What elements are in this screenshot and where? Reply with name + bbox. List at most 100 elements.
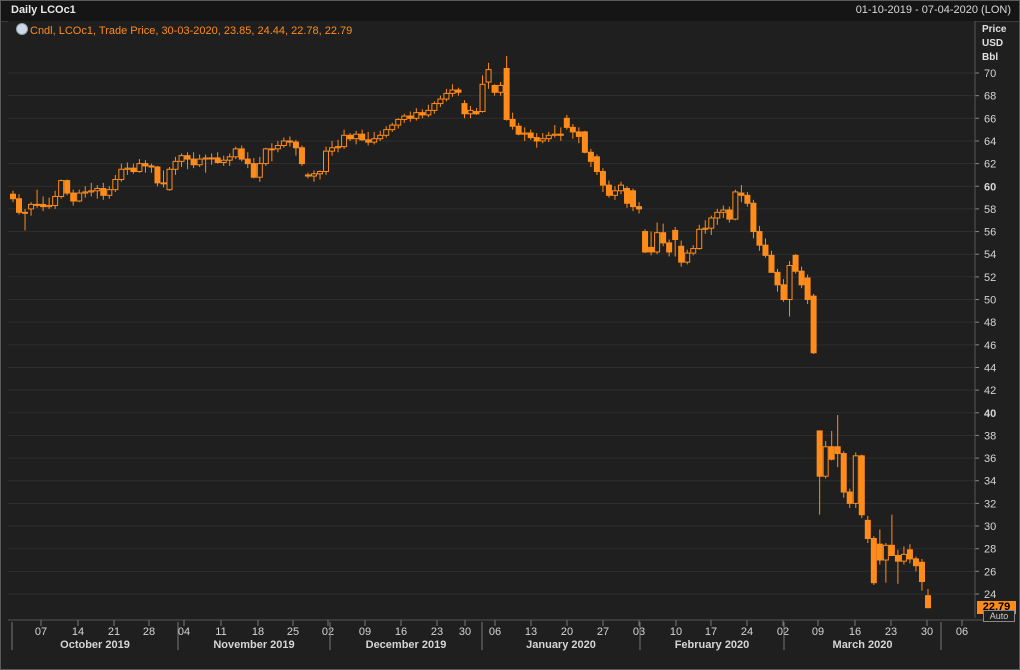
candle-body-up <box>329 147 336 152</box>
candle-body-up <box>882 544 889 561</box>
candle-body-up <box>34 203 41 206</box>
candle-body-down <box>648 246 655 253</box>
candle-body-down <box>834 446 841 455</box>
candle-body-down <box>100 188 107 196</box>
candle-body-down <box>630 190 637 208</box>
candle-body-down <box>298 147 305 165</box>
candle-body-down <box>419 112 426 116</box>
candle-body-up <box>166 168 173 191</box>
y-tick-label: 42 <box>984 385 996 397</box>
candle-body-up <box>467 109 474 115</box>
candle-body-down <box>888 544 895 556</box>
candle-body-down <box>870 538 877 584</box>
candle-body-down <box>581 131 588 153</box>
candle-body-up <box>497 84 504 93</box>
x-tick-label: 10 <box>670 626 682 638</box>
candle-body-up <box>58 180 65 197</box>
x-tick-label: 30 <box>459 626 471 638</box>
candle-body-up <box>353 133 360 140</box>
candle-body-up <box>539 138 546 142</box>
x-tick-label: 30 <box>921 626 933 638</box>
candle-body-up <box>786 265 793 301</box>
month-label: December 2019 <box>366 639 447 651</box>
candle-body-down <box>744 194 751 204</box>
candle-body-up <box>437 98 444 105</box>
x-tick-label: 02 <box>322 626 334 638</box>
candle-body-down <box>142 163 149 167</box>
candle-body-up <box>124 167 131 170</box>
y-tick-label: 54 <box>984 249 996 261</box>
candle-body-up <box>94 188 101 192</box>
candle-body-down <box>876 543 883 561</box>
y-tick-label: 68 <box>984 91 996 103</box>
month-label: March 2020 <box>833 639 893 651</box>
candle-body-up <box>702 227 709 230</box>
candle-body-down <box>798 270 805 286</box>
y-tick-label: 56 <box>984 227 996 239</box>
y-tick-label: 32 <box>984 498 996 510</box>
candle-body-down <box>918 561 925 583</box>
candle-body-down <box>16 198 23 213</box>
candle-body-up <box>431 103 438 111</box>
candle-body-down <box>292 141 299 149</box>
legend-text: Cndl, LCOc1, Trade Price, 30-03-2020, 23… <box>30 25 353 37</box>
candle-body-down <box>774 271 781 286</box>
candle-body-down <box>858 455 865 516</box>
candle-body-down <box>726 209 733 220</box>
candle-body-down <box>491 84 498 93</box>
candle-body-up <box>684 252 691 263</box>
candle-body-down <box>894 554 901 562</box>
y-tick-label: 48 <box>984 317 996 329</box>
candle-body-down <box>148 165 155 168</box>
x-tick-label: 06 <box>489 626 501 638</box>
price-chart[interactable]: 24 26 28 30 32 34 36 38 40 42 44 46 48 50 52 54 56 58 60 62… <box>0 0 1018 668</box>
candle-body-down <box>557 133 564 136</box>
x-tick-label: 02 <box>777 626 789 638</box>
candle-body-up <box>822 446 829 477</box>
y-tick-label: 60 <box>984 181 996 193</box>
candle-body-down <box>925 595 931 609</box>
candle-body-down <box>738 192 745 196</box>
candle-body-up <box>136 163 143 173</box>
x-tick-label: 09 <box>812 626 824 638</box>
candle-body-down <box>473 111 480 115</box>
candle-body-up <box>708 217 715 229</box>
candle-body-up <box>22 211 29 214</box>
candle-body-down <box>10 193 16 200</box>
x-tick-label: 24 <box>741 626 753 638</box>
candle-body-up <box>82 191 89 194</box>
y-tick-label: 62 <box>984 159 996 171</box>
candle-body-down <box>190 158 197 166</box>
month-label: October 2019 <box>60 639 130 651</box>
y-tick-label: 28 <box>984 544 996 556</box>
candle-body-down <box>672 229 679 240</box>
candle-body-down <box>768 254 775 273</box>
candle-body-up <box>485 69 492 83</box>
candle-body-down <box>587 151 594 162</box>
candle-body-down <box>407 115 414 119</box>
candle-body-down <box>130 167 137 173</box>
candle-body-down <box>461 103 468 115</box>
candle-body-down <box>792 254 799 272</box>
candle-body-up <box>268 148 275 151</box>
y-tick-label: 38 <box>984 430 996 442</box>
auto-scale-button[interactable]: Auto <box>983 610 1015 622</box>
candle-body-up <box>178 155 185 162</box>
y-tick-label: 40 <box>984 408 996 420</box>
y-tick-label: 44 <box>984 362 996 374</box>
candle-body-down <box>906 549 913 560</box>
candle-body-up <box>377 134 384 140</box>
x-tick-label: 04 <box>178 626 190 638</box>
x-tick-label: 13 <box>525 626 537 638</box>
x-tick-label: 27 <box>597 626 609 638</box>
candle-body-down <box>154 166 161 184</box>
candle-body-down <box>214 157 221 163</box>
candle-body-up <box>46 205 53 208</box>
candle-body-down <box>238 148 245 160</box>
series-legend[interactable]: Cndl, LCOc1, Trade Price, 30-03-2020, 23… <box>16 23 352 37</box>
candle-body-up <box>335 146 342 149</box>
candle-body-down <box>359 133 366 141</box>
candle-body-down <box>599 171 606 186</box>
candle-body-up <box>654 232 661 253</box>
candle-body-up <box>479 83 486 113</box>
